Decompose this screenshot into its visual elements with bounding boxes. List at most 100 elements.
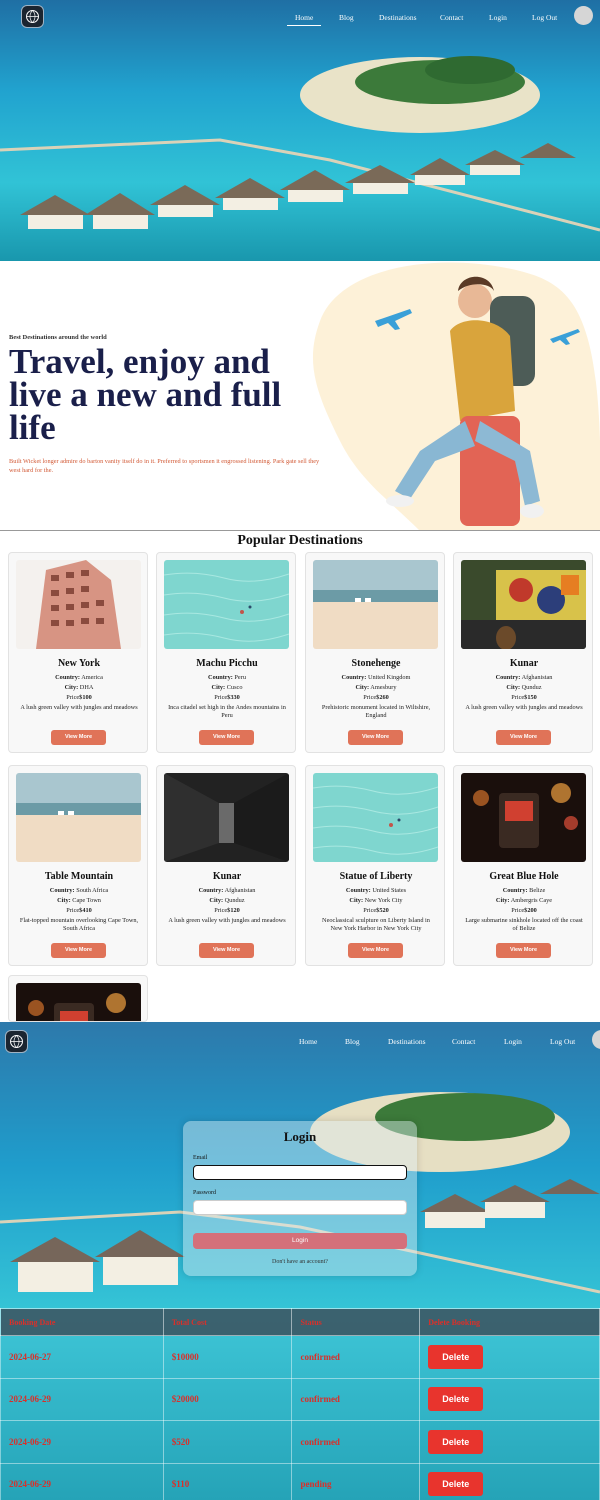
table-row: 2024-06-27 $10000 confirmed Delete [0, 1335, 600, 1379]
view-more-button[interactable]: View More [51, 730, 106, 745]
destination-country: Country: South Africa [49, 887, 109, 894]
destination-card: Machu Picchu Country: Peru City: Cusco Pric… [156, 552, 296, 753]
nav-login-link[interactable]: Login [489, 13, 507, 22]
nav-contact-link[interactable]: Contact [440, 13, 463, 22]
destination-description: Inca citadel set high in the Andes mount… [168, 704, 286, 719]
table-row: 2024-06-29 $520 confirmed Delete [0, 1420, 600, 1464]
destination-city: City: Qunduz [506, 684, 542, 691]
destination-card [8, 975, 148, 1022]
destination-image [313, 773, 438, 862]
destination-name: Table Mountain [44, 871, 114, 882]
user-avatar-icon[interactable] [592, 1030, 600, 1049]
destination-name: Kunar [212, 871, 242, 882]
destination-description: Large submarine sinkhole located off the… [465, 917, 583, 932]
top-navbar: Home Blog Destinations Contact Login Log… [0, 0, 600, 34]
view-more-button[interactable]: View More [348, 943, 403, 958]
destination-description: A lush green valley with jungles and mea… [20, 704, 138, 711]
destination-description: A lush green valley with jungles and mea… [465, 704, 583, 711]
globe-logo-icon[interactable] [5, 1030, 28, 1053]
nav-home-link[interactable]: Home [299, 1037, 317, 1046]
hero-banner [0, 0, 600, 261]
nav-login-link[interactable]: Login [504, 1037, 522, 1046]
destination-card: Kunar Country: Afghanistan City: Qunduz Pri… [453, 552, 593, 753]
nav-logout-link[interactable]: Log Out [532, 13, 557, 22]
destination-image [164, 773, 289, 862]
destination-country: Country: Peru [208, 674, 246, 681]
nav-destinations-link[interactable]: Destinations [388, 1037, 426, 1046]
password-label: Password [193, 1190, 217, 1196]
view-more-button[interactable]: View More [496, 943, 551, 958]
booking-date: 2024-06-27 [0, 1335, 164, 1379]
destination-price: Price$120 [214, 907, 240, 914]
destination-name: Machu Picchu [196, 658, 258, 669]
user-avatar-icon[interactable] [574, 6, 593, 25]
booking-cost: $110 [162, 1462, 293, 1500]
email-field[interactable] [193, 1165, 407, 1180]
destination-city: City: Ambergris Caye [495, 897, 553, 904]
traveler-illustration [312, 262, 600, 530]
destination-image [461, 560, 586, 649]
destination-card: Kunar Country: Afghanistan City: Qunduz Pri… [156, 765, 296, 966]
destination-city: City: DHA [64, 684, 94, 691]
signup-prompt[interactable]: Don't have an account? [183, 1259, 417, 1265]
delete-booking-button[interactable]: Delete [428, 1387, 484, 1412]
destination-price: Price$410 [66, 907, 92, 914]
booking-cost: $10000 [162, 1335, 293, 1379]
nav-blog-link[interactable]: Blog [345, 1037, 360, 1046]
destination-card: New York Country: America City: DHA Price$1… [8, 552, 148, 753]
destination-city: City: Amesbury [355, 684, 397, 691]
destination-country: Country: United Kingdom [341, 674, 411, 681]
destination-price: Price$330 [214, 694, 240, 701]
destination-city: City: Cape Town [57, 897, 101, 904]
destination-country: Country: America [55, 674, 103, 681]
booking-date: 2024-06-29 [0, 1377, 164, 1421]
password-field[interactable] [193, 1200, 407, 1215]
destination-description: Neoclassical sculpture on Liberty Island… [322, 917, 430, 932]
destination-country: Country: Afghanistan [198, 887, 256, 894]
view-more-button[interactable]: View More [496, 730, 551, 745]
nav-logout-link[interactable]: Log Out [550, 1037, 575, 1046]
booking-status: pending [291, 1462, 421, 1500]
intro-section: Best Destinations around the world Trave… [0, 261, 600, 531]
destination-image [16, 560, 141, 649]
destination-city: City: Cusco [211, 684, 243, 691]
nav-home-link[interactable]: Home [286, 13, 322, 26]
intro-description: Built Wicket longer admire do barton van… [9, 458, 320, 474]
login-navbar: Home Blog Destinations Contact Login Log… [0, 1022, 600, 1056]
nav-destinations-link[interactable]: Destinations [379, 13, 417, 22]
header-delete-booking: Delete Booking [419, 1308, 600, 1336]
header-total-cost: Total Cost [162, 1308, 293, 1336]
destination-card: Table Mountain Country: South Africa City:… [8, 765, 148, 966]
view-more-button[interactable]: View More [51, 943, 106, 958]
destination-image [16, 983, 141, 1021]
delete-booking-button[interactable]: Delete [428, 1429, 484, 1454]
email-label: Email [193, 1155, 208, 1161]
login-button[interactable]: Login [193, 1233, 407, 1249]
view-more-button[interactable]: View More [199, 730, 254, 745]
nav-blog-link[interactable]: Blog [339, 13, 354, 22]
header-status: Status [291, 1308, 421, 1336]
view-more-button[interactable]: View More [348, 730, 403, 745]
destination-name: Great Blue Hole [489, 871, 559, 882]
header-booking-date: Booking Date [0, 1308, 164, 1336]
destination-description: Flat-topped mountain overlooking Cape To… [19, 917, 139, 932]
destination-price: Price$520 [363, 907, 389, 914]
booking-status: confirmed [291, 1377, 421, 1421]
globe-logo-icon[interactable] [21, 5, 44, 28]
bookings-table: Booking Date Total Cost Status Delete Bo… [0, 1308, 600, 1500]
nav-contact-link[interactable]: Contact [452, 1037, 475, 1046]
delete-booking-button[interactable]: Delete [428, 1472, 484, 1497]
login-title: Login [283, 1129, 317, 1144]
delete-booking-button[interactable]: Delete [428, 1344, 484, 1369]
destination-card: Great Blue Hole Country: Belize City: Ambe… [453, 765, 593, 966]
login-form: Login Email Password Login Don't have an… [183, 1121, 417, 1276]
booking-cost: $20000 [162, 1377, 293, 1421]
intro-headline: Travel, enjoy and live a new and full li… [9, 342, 282, 447]
booking-cost: $520 [162, 1420, 293, 1464]
booking-status: confirmed [291, 1335, 421, 1379]
destination-name: Kunar [509, 658, 539, 669]
destination-image [461, 773, 586, 862]
destination-price: Price$200 [511, 907, 537, 914]
destination-country: Country: Belize [502, 887, 546, 894]
view-more-button[interactable]: View More [199, 943, 254, 958]
